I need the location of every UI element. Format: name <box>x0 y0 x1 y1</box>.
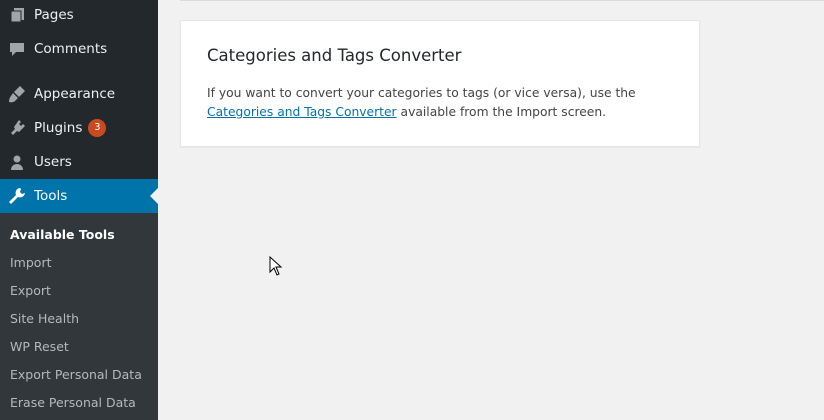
sidebar-item-label: Pages <box>34 7 74 23</box>
mouse-cursor-icon <box>269 256 283 276</box>
admin-sidebar: Pages Comments Appearance Plugins 3 User… <box>0 0 158 420</box>
tools-icon <box>0 179 34 213</box>
sidebar-item-plugins[interactable]: Plugins 3 <box>0 111 158 145</box>
comments-icon <box>0 32 34 66</box>
converter-card: Categories and Tags Converter If you wan… <box>180 20 700 147</box>
pages-icon <box>0 0 34 32</box>
sidebar-item-pages[interactable]: Pages <box>0 0 158 32</box>
card-text-before: If you want to convert your categories t… <box>207 86 636 100</box>
sidebar-item-label: Appearance <box>34 86 116 102</box>
sidebar-item-label: Users <box>34 154 72 170</box>
categories-tags-converter-link[interactable]: Categories and Tags Converter <box>207 105 397 119</box>
appearance-icon <box>0 77 34 111</box>
update-count-badge: 3 <box>88 119 107 137</box>
submenu-item-wp-reset[interactable]: WP Reset <box>10 339 69 354</box>
submenu-item-site-health[interactable]: Site Health <box>10 311 79 326</box>
sidebar-item-label: Plugins <box>34 120 83 136</box>
submenu-item-available-tools[interactable]: Available Tools <box>10 227 115 242</box>
sidebar-item-label: Tools <box>34 188 68 204</box>
sidebar-item-label: Comments <box>34 41 108 57</box>
card-title: Categories and Tags Converter <box>207 46 462 65</box>
users-icon <box>0 145 34 179</box>
sidebar-item-comments[interactable]: Comments <box>0 32 158 66</box>
divider <box>180 0 824 1</box>
plugins-icon <box>0 111 34 145</box>
submenu-item-export-personal-data[interactable]: Export Personal Data <box>10 367 142 382</box>
card-description: If you want to convert your categories t… <box>207 84 677 122</box>
submenu-item-erase-personal-data[interactable]: Erase Personal Data <box>10 395 136 410</box>
tools-submenu: Available Tools Import Export Site Healt… <box>0 213 158 420</box>
sidebar-item-appearance[interactable]: Appearance <box>0 77 158 111</box>
sidebar-item-tools[interactable]: Tools <box>0 179 158 213</box>
submenu-item-export[interactable]: Export <box>10 283 51 298</box>
submenu-item-import[interactable]: Import <box>10 255 52 270</box>
sidebar-item-users[interactable]: Users <box>0 145 158 179</box>
active-menu-arrow <box>150 188 158 204</box>
card-text-after: available from the Import screen. <box>396 105 607 119</box>
